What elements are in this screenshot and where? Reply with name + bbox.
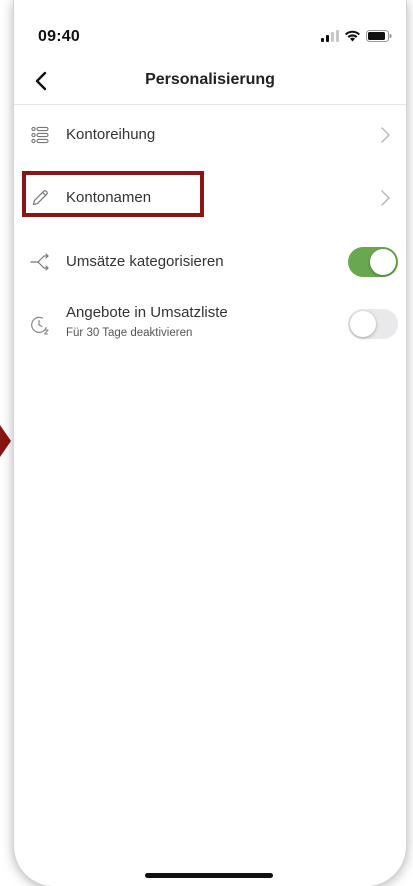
categorize-toggle[interactable] [348,247,398,277]
clock-snooze-icon [28,313,52,337]
navigation-bar: Personalisierung [14,60,406,105]
screenshot-canvas: 09:40 Personalisierung Kontoreihung Kont… [0,0,413,886]
setting-label: Kontoreihung [66,126,156,143]
list-order-icon [28,123,52,147]
offers-toggle[interactable] [348,309,398,339]
phone-screen: 09:40 Personalisierung Kontoreihung Kont… [14,0,406,886]
setting-sublabel: Für 30 Tage deaktivieren [66,327,193,339]
wifi-icon [345,30,360,42]
chevron-right-icon [381,127,390,143]
chevron-right-icon [381,190,390,206]
battery-icon [366,30,392,42]
branch-arrow-icon [28,250,52,274]
status-icons [321,30,392,42]
toggle-knob [370,249,396,275]
pointer-arrow-icon [0,425,11,457]
setting-label: Umsätze kategorisieren [66,253,224,270]
setting-row-umsaetze-kategorisieren: Umsätze kategorisieren [14,240,406,284]
status-time: 09:40 [38,28,80,45]
page-title: Personalisierung [145,71,275,88]
toggle-knob [350,311,376,337]
setting-row-kontoreihung[interactable]: Kontoreihung [14,113,406,157]
highlight-box [22,171,204,217]
status-bar: 09:40 [14,0,406,60]
setting-row-angebote: Angebote in Umsatzliste Für 30 Tage deak… [14,299,406,355]
signal-icon [321,30,339,42]
home-indicator [145,873,273,878]
setting-label: Angebote in Umsatzliste [66,304,228,321]
